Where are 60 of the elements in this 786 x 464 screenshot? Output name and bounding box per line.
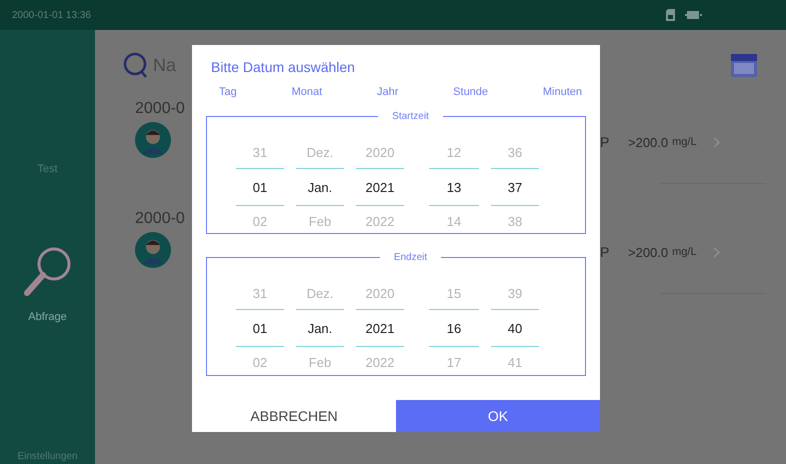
search-icon: [123, 52, 149, 78]
picker-value[interactable]: 36: [491, 137, 539, 168]
sidebar-item[interactable]: Abfrage: [22, 175, 72, 323]
column-header: Tag: [219, 86, 237, 98]
picker-value[interactable]: 15: [429, 278, 479, 309]
picker-value[interactable]: 17: [429, 347, 479, 378]
result-value: >200.0: [628, 134, 668, 150]
column-header: Jahr: [376, 86, 398, 98]
chevron-icon[interactable]: [712, 246, 720, 258]
column-header: Minuten: [542, 86, 582, 98]
status-time: 2000-01-01 13:36: [12, 10, 91, 20]
picker-value[interactable]: 01: [236, 309, 284, 347]
picker-value[interactable]: 41: [491, 347, 539, 378]
picker-value[interactable]: 02: [236, 206, 284, 237]
result-unit: mg/L: [672, 136, 697, 148]
picker-value[interactable]: 14: [429, 206, 479, 237]
avatar-icon: [135, 232, 171, 268]
picker-value[interactable]: Feb: [296, 347, 344, 378]
picker-value[interactable]: 40: [491, 309, 539, 347]
chevron-icon[interactable]: [712, 136, 720, 148]
picker-value[interactable]: 38: [491, 206, 539, 237]
sd-card-icon: [666, 9, 675, 21]
picker-value[interactable]: 39: [491, 278, 539, 309]
dialog-title: Bitte Datum auswählen: [211, 59, 356, 75]
ok-button[interactable]: OK: [396, 400, 600, 432]
result-unit: mg/L: [672, 246, 697, 258]
picker-value[interactable]: 37: [491, 168, 539, 206]
picker-value[interactable]: Jan.: [296, 309, 344, 347]
test-item: P: [600, 244, 610, 260]
frame-legend: Endzeit: [380, 252, 442, 263]
column-header: Stunde: [453, 86, 488, 98]
magnifier-icon: [22, 245, 72, 299]
picker-value[interactable]: 2020: [356, 137, 404, 168]
picker-value[interactable]: 16: [429, 309, 479, 347]
picker-value[interactable]: 31: [236, 137, 284, 168]
test-item: P: [600, 134, 610, 150]
avatar-icon: [135, 122, 171, 158]
frame-legend: Startzeit: [378, 111, 443, 122]
picker-value[interactable]: Jan.: [296, 168, 344, 206]
picker-value[interactable]: 2021: [356, 309, 404, 347]
sidebar-item[interactable]: Einstellungen: [17, 323, 78, 464]
picker-value[interactable]: 2021: [356, 168, 404, 206]
picker-value[interactable]: Feb: [296, 206, 344, 237]
picker-value[interactable]: 2020: [356, 278, 404, 309]
picker-value[interactable]: 13: [429, 168, 479, 206]
column-header: Monat: [292, 86, 322, 98]
picker-value[interactable]: 12: [429, 137, 479, 168]
record-date: 2000-0: [135, 100, 186, 118]
picker-value[interactable]: Dez.: [296, 278, 344, 309]
picker-value[interactable]: Dez.: [296, 137, 344, 168]
battery-icon: [685, 11, 702, 19]
picker-value[interactable]: 01: [236, 168, 284, 206]
picker-value[interactable]: 2022: [356, 347, 404, 378]
record-date: 2000-0: [135, 210, 186, 228]
calendar-icon: [730, 52, 758, 78]
sidebar-item[interactable]: Test: [37, 30, 58, 175]
picker-value[interactable]: 2022: [356, 206, 404, 237]
picker-value[interactable]: 02: [236, 347, 284, 378]
result-value: >200.0: [628, 244, 668, 260]
picker-value[interactable]: 31: [236, 278, 284, 309]
